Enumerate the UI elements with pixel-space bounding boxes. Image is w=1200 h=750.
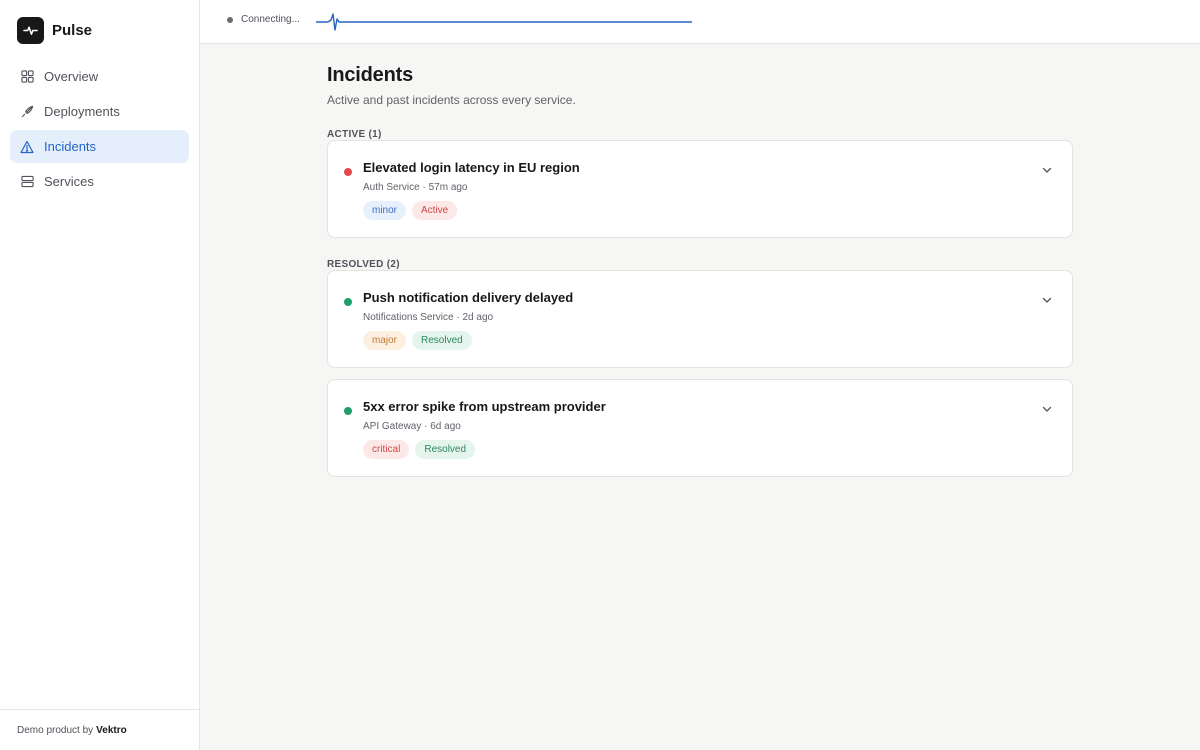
rocket-icon [20,105,34,119]
sidebar-nav: Overview Deployments Incidents Services [10,60,189,200]
chevron-down-icon[interactable] [1040,293,1054,307]
sidebar-item-services[interactable]: Services [10,165,189,198]
sidebar-footer: Demo product by Vektro [0,709,199,750]
status-dot [227,16,233,23]
sidebar-item-deployments[interactable]: Deployments [10,95,189,128]
sidebar-item-label: Deployments [44,104,120,119]
severity-badge: critical [363,440,410,459]
incident-card[interactable]: Push notification delivery delayed Notifi… [327,270,1073,368]
incident-tags: major Resolved [363,331,472,350]
chevron-down-icon[interactable] [1040,163,1054,177]
incident-status-dot [344,298,352,306]
page-title: Incidents [327,64,413,86]
status-badge: Active [412,201,458,220]
heartbeat-line-icon [316,13,692,31]
sidebar-item-label: Incidents [44,139,97,154]
topbar: Connecting... [200,0,1200,44]
incident-meta: Auth Service · 57m ago [363,182,468,193]
status-text: Connecting... [241,14,300,25]
chevron-down-icon[interactable] [1040,402,1054,416]
incident-tags: minor Active [363,201,458,220]
grid-icon [20,70,34,84]
section-label-resolved: RESOLVED (2) [327,259,400,270]
incident-tags: critical Resolved [363,440,476,459]
incident-title: 5xx error spike from upstream provider [363,399,606,414]
app-name: Pulse [52,21,93,39]
main-content: Incidents Active and past incidents acro… [327,64,1073,477]
incident-title: Push notification delivery delayed [363,290,574,305]
brand[interactable]: Pulse [17,16,92,44]
server-icon [20,175,34,189]
pulse-logo-icon [17,16,44,44]
sidebar-item-overview[interactable]: Overview [10,60,189,93]
footer-brand-link[interactable]: Vektro [96,725,127,736]
page-subtitle: Active and past incidents across every s… [327,93,576,107]
status-badge: Resolved [415,440,476,459]
severity-badge: minor [363,201,407,220]
sidebar-item-incidents[interactable]: Incidents [10,130,189,163]
sidebar: Pulse Overview Deployments Incidents Servic… [0,0,200,750]
footer-prefix: Demo product by [17,724,94,736]
section-label-active: ACTIVE (1) [327,129,382,140]
incident-status-dot [344,407,352,415]
warning-triangle-icon [20,140,34,154]
sidebar-item-label: Services [44,174,94,189]
severity-badge: major [363,331,407,350]
sidebar-item-label: Overview [44,69,99,84]
active-incident-list: Elevated login latency in EU region Auth … [327,140,1073,238]
incident-card[interactable]: Elevated login latency in EU region Auth … [327,140,1073,238]
incident-meta: API Gateway · 6d ago [363,421,461,432]
status-badge: Resolved [412,331,472,350]
incident-card[interactable]: 5xx error spike from upstream provider AP… [327,379,1073,477]
incident-title: Elevated login latency in EU region [363,160,580,175]
resolved-incident-list: Push notification delivery delayed Notifi… [327,270,1073,477]
incident-meta: Notifications Service · 2d ago [363,312,494,323]
connection-status: Connecting... [227,14,300,25]
incident-status-dot [344,168,352,176]
